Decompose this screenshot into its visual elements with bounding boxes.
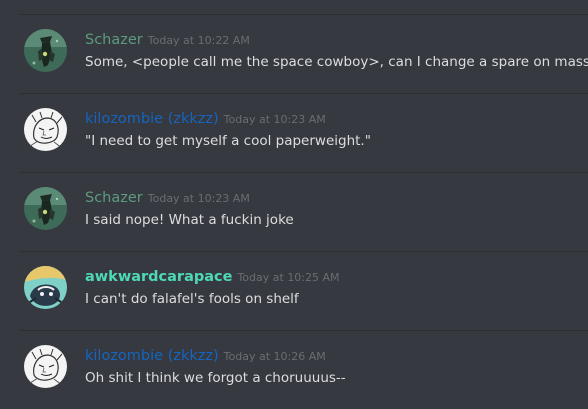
message-header: Schazer Today at 10:23 AM <box>85 188 250 208</box>
message-content: I can't do falafel's fools on shelf <box>85 291 299 307</box>
schazer-avatar[interactable] <box>24 187 67 230</box>
message-header: awkwardcarapace Today at 10:25 AM <box>85 267 340 287</box>
message-header: kilozombie (zkkzz) Today at 10:23 AM <box>85 109 326 129</box>
username[interactable]: awkwardcarapace <box>85 269 232 285</box>
timestamp: Today at 10:22 AM <box>147 34 250 47</box>
message-group: kilozombie (zkkzz) Today at 10:23 AM "I n… <box>0 93 588 172</box>
timestamp: Today at 10:26 AM <box>223 350 326 363</box>
kilozombie-avatar[interactable] <box>24 345 67 388</box>
awkwardcarapace-avatar[interactable] <box>24 266 67 309</box>
message-content: Some, <people call me the space cowboy>,… <box>85 54 588 70</box>
username[interactable]: Schazer <box>85 32 143 48</box>
message-group: Schazer Today at 10:22 AM Some, <people c… <box>0 14 588 93</box>
timestamp: Today at 10:25 AM <box>237 271 340 284</box>
message-group: Schazer Today at 10:23 AM I said nope! Wh… <box>0 172 588 251</box>
message-header: Schazer Today at 10:22 AM <box>85 30 250 50</box>
username[interactable]: Schazer <box>85 190 143 206</box>
schazer-avatar[interactable] <box>24 29 67 72</box>
message-content: I said nope! What a fuckin joke <box>85 212 294 228</box>
message-content: Oh shit I think we forgot a choruuuus-- <box>85 370 346 386</box>
message-content: "I need to get myself a cool paperweight… <box>85 133 371 149</box>
username[interactable]: kilozombie (zkkzz) <box>85 348 219 364</box>
message-header: kilozombie (zkkzz) Today at 10:26 AM <box>85 346 326 366</box>
timestamp: Today at 10:23 AM <box>147 192 250 205</box>
kilozombie-avatar[interactable] <box>24 108 67 151</box>
message-group: awkwardcarapace Today at 10:25 AM I can't… <box>0 251 588 330</box>
timestamp: Today at 10:23 AM <box>223 113 326 126</box>
username[interactable]: kilozombie (zkkzz) <box>85 111 219 127</box>
message-group: kilozombie (zkkzz) Today at 10:26 AM Oh s… <box>0 330 588 409</box>
chat-message-list: Schazer Today at 10:22 AM Some, <people c… <box>0 0 588 406</box>
